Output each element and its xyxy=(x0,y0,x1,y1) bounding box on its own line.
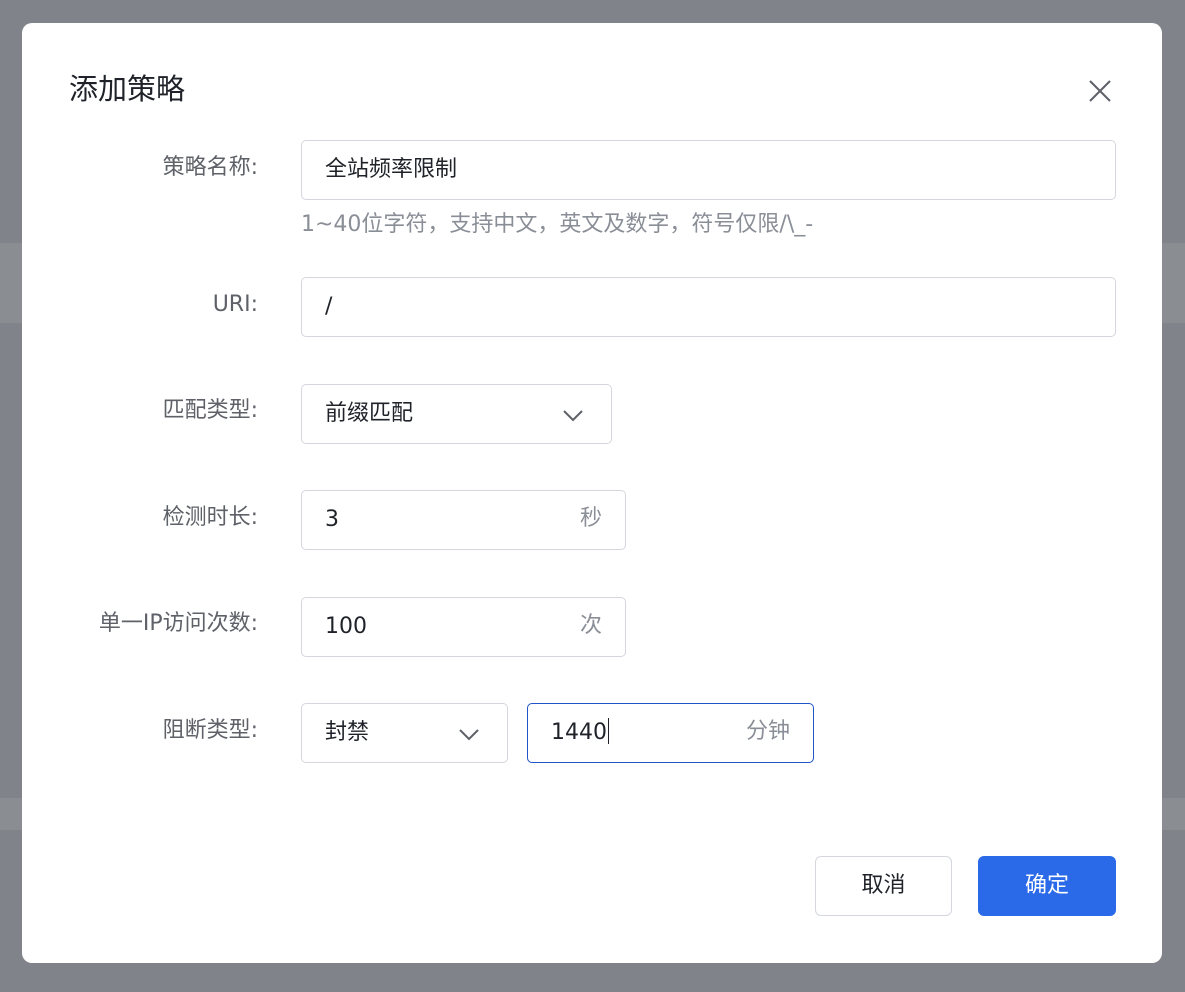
ip-count-label: 单一IP访问次数: xyxy=(98,611,258,636)
text-cursor xyxy=(608,718,609,744)
close-button[interactable] xyxy=(1084,75,1116,107)
uri-input[interactable]: / xyxy=(301,277,1116,337)
policy-name-label: 策略名称: xyxy=(162,155,258,180)
block-type-label: 阻断类型: xyxy=(162,718,258,743)
ip-count-unit: 次 xyxy=(579,613,602,638)
block-duration-unit: 分钟 xyxy=(745,719,790,744)
uri-label: URI: xyxy=(212,292,258,317)
match-type-value: 前缀匹配 xyxy=(325,401,414,426)
duration-label: 检测时长: xyxy=(162,505,258,530)
confirm-button[interactable]: 确定 xyxy=(978,856,1116,916)
ip-count-value: 100 xyxy=(325,614,367,639)
duration-unit: 秒 xyxy=(579,506,602,531)
policy-name-hint: 1~40位字符，支持中文，英文及数字，符号仅限/\_- xyxy=(301,212,814,237)
add-policy-dialog: 添加策略 策略名称: 全站频率限制 1~40位字符，支持中文，英文及数字，符号仅… xyxy=(22,23,1162,963)
block-type-value: 封禁 xyxy=(325,720,370,745)
chevron-down-icon xyxy=(563,410,583,422)
close-icon xyxy=(1089,80,1111,102)
cancel-button[interactable]: 取消 xyxy=(815,856,952,916)
block-type-select[interactable]: 封禁 xyxy=(301,703,508,763)
block-duration-value: 1440 xyxy=(551,718,609,745)
dialog-title: 添加策略 xyxy=(69,72,186,106)
match-type-label: 匹配类型: xyxy=(162,398,258,423)
ip-count-input[interactable]: 100 次 xyxy=(301,597,626,657)
block-duration-input[interactable]: 1440 分钟 xyxy=(527,703,814,763)
policy-name-input[interactable]: 全站频率限制 xyxy=(301,140,1116,200)
duration-value: 3 xyxy=(325,507,339,532)
chevron-down-icon xyxy=(459,729,479,741)
policy-name-value: 全站频率限制 xyxy=(325,157,458,182)
match-type-select[interactable]: 前缀匹配 xyxy=(301,384,612,444)
uri-value: / xyxy=(325,294,333,319)
duration-input[interactable]: 3 秒 xyxy=(301,490,626,550)
